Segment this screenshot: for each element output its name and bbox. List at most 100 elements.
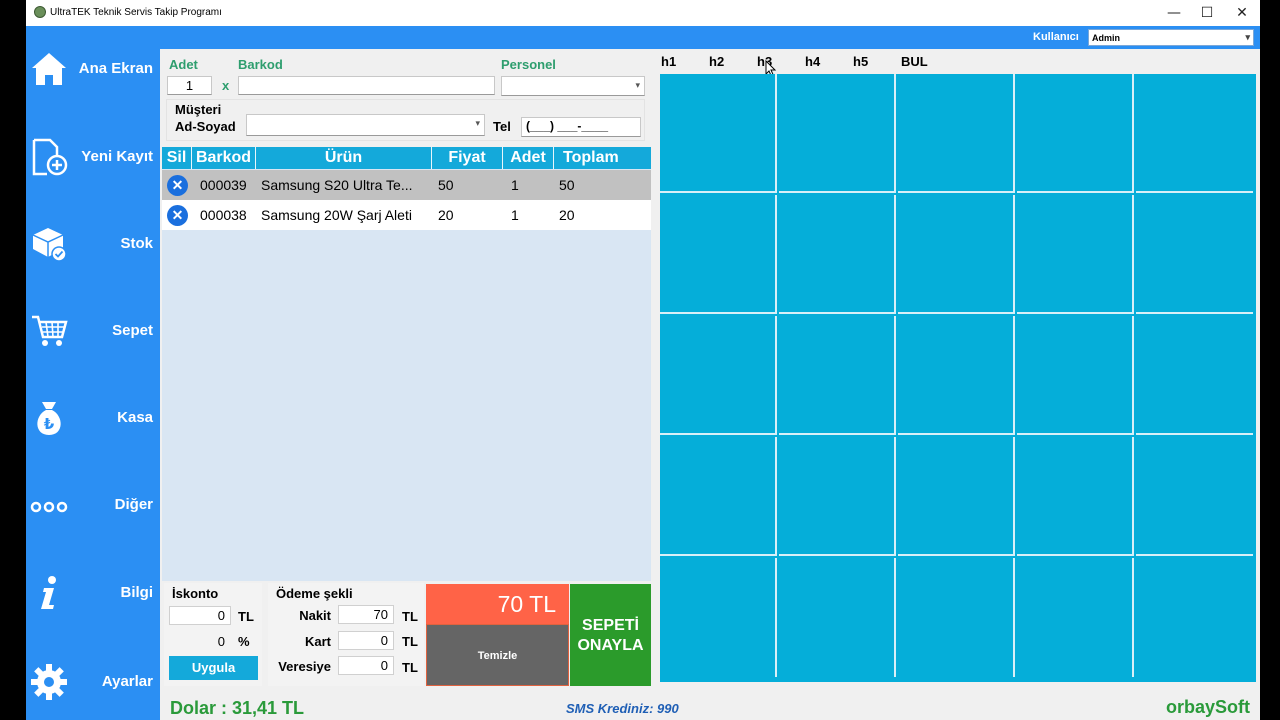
dolar-rate: Dolar : 31,41 TL bbox=[170, 698, 305, 718]
product-tile[interactable] bbox=[1017, 316, 1134, 435]
chevron-down-icon: ▾ bbox=[1245, 32, 1250, 42]
sidebar-item-yeni-kayit[interactable]: Yeni Kayıt bbox=[26, 126, 160, 196]
barkod-input[interactable] bbox=[238, 76, 495, 95]
tab-h4[interactable]: h4 bbox=[805, 54, 820, 69]
user-select-value: Admin bbox=[1092, 33, 1120, 43]
sidebar-item-kasa[interactable]: ₺ Kasa bbox=[26, 387, 160, 457]
column-header-sil: Sil bbox=[162, 147, 192, 169]
title-bar: UltraTEK Teknik Servis Takip Programı — … bbox=[26, 0, 1260, 26]
product-tile[interactable] bbox=[898, 195, 1015, 314]
sidebar: Ana Ekran Yeni Kayıt Stok Sepet ₺ Kasa D… bbox=[26, 26, 160, 720]
product-tile[interactable] bbox=[660, 437, 777, 556]
veresiye-unit: TL bbox=[402, 660, 418, 675]
product-tile[interactable] bbox=[1136, 195, 1253, 314]
product-tile[interactable] bbox=[779, 316, 896, 435]
sidebar-item-label: Ayarlar bbox=[101, 673, 153, 690]
column-header-toplam: Toplam bbox=[563, 149, 619, 166]
confirm-cart-button[interactable]: SEPETİ ONAYLA bbox=[570, 584, 651, 686]
window-title: UltraTEK Teknik Servis Takip Programı bbox=[50, 7, 222, 18]
discount-tl-input[interactable]: 0 bbox=[169, 606, 231, 625]
sidebar-item-label: Diğer bbox=[114, 496, 153, 513]
tab-bul[interactable]: BUL bbox=[901, 54, 928, 69]
sidebar-item-ayarlar[interactable]: Ayarlar bbox=[26, 651, 160, 720]
adet-input[interactable]: 1 bbox=[167, 76, 212, 95]
product-tile[interactable] bbox=[1017, 74, 1134, 193]
product-tile[interactable] bbox=[898, 316, 1015, 435]
user-select[interactable]: Admin ▾ bbox=[1088, 29, 1254, 46]
personel-select[interactable]: ▾ bbox=[501, 76, 645, 96]
sidebar-item-stok[interactable]: Stok bbox=[26, 213, 160, 283]
table-row[interactable]: ✕ 000038 Samsung 20W Şarj Aleti 20 1 20 bbox=[162, 200, 651, 230]
personel-label: Personel bbox=[501, 57, 556, 72]
product-tile[interactable] bbox=[898, 74, 1015, 193]
cell-urun: Samsung 20W Şarj Aleti bbox=[261, 207, 412, 223]
close-button[interactable]: ✕ bbox=[1225, 0, 1259, 26]
adsoyad-select[interactable]: ▾ bbox=[246, 114, 485, 136]
nakit-input[interactable]: 70 bbox=[338, 605, 394, 624]
cell-fiyat: 50 bbox=[438, 177, 454, 193]
sidebar-item-ana-ekran[interactable]: Ana Ekran bbox=[26, 38, 160, 108]
table-row[interactable]: ✕ 000039 Samsung S20 Ultra Te... 50 1 50 bbox=[162, 170, 651, 200]
clear-button[interactable]: Temizle bbox=[426, 624, 569, 686]
kart-input[interactable]: 0 bbox=[338, 631, 394, 650]
sidebar-item-label: Sepet bbox=[112, 322, 153, 339]
musteri-label: Müşteri bbox=[175, 102, 222, 117]
delete-row-icon[interactable]: ✕ bbox=[167, 175, 188, 196]
product-tile[interactable] bbox=[779, 558, 896, 677]
sms-credit: SMS Krediniz: 990 bbox=[566, 701, 679, 716]
veresiye-input[interactable]: 0 bbox=[338, 656, 394, 675]
product-tile[interactable] bbox=[779, 437, 896, 556]
more-dots-icon bbox=[30, 501, 68, 513]
payment-panel: Ödeme şekli Nakit 70 TL Kart 0 TL Veresi… bbox=[268, 583, 424, 686]
product-tiles-grid bbox=[660, 74, 1256, 682]
barkod-label: Barkod bbox=[238, 57, 283, 72]
app-logo-icon bbox=[34, 6, 46, 18]
product-tile[interactable] bbox=[660, 558, 777, 677]
delete-row-icon[interactable]: ✕ bbox=[167, 205, 188, 226]
user-label: Kullanıcı bbox=[1033, 31, 1079, 43]
tel-input[interactable]: (___) ___-____ bbox=[521, 117, 641, 137]
sidebar-item-label: Bilgi bbox=[120, 584, 154, 601]
product-tile[interactable] bbox=[779, 195, 896, 314]
money-bag-icon: ₺ bbox=[37, 402, 61, 435]
sidebar-item-diger[interactable]: Diğer bbox=[26, 474, 160, 544]
product-tile[interactable] bbox=[1136, 316, 1253, 435]
adsoyad-label: Ad-Soyad bbox=[175, 119, 236, 134]
sidebar-item-sepet[interactable]: Sepet bbox=[26, 300, 160, 370]
discount-panel: İskonto 0 TL 0 % Uygula bbox=[164, 583, 262, 686]
stock-box-icon bbox=[32, 228, 67, 262]
tab-h1[interactable]: h1 bbox=[661, 54, 676, 69]
kart-unit: TL bbox=[402, 634, 418, 649]
product-tile[interactable] bbox=[1136, 558, 1253, 677]
sidebar-item-bilgi[interactable]: Bilgi bbox=[26, 562, 160, 632]
product-tile[interactable] bbox=[898, 558, 1015, 677]
app-window: UltraTEK Teknik Servis Takip Programı — … bbox=[26, 0, 1260, 720]
product-tile[interactable] bbox=[660, 316, 777, 435]
product-tile[interactable] bbox=[1017, 437, 1134, 556]
info-icon bbox=[41, 576, 56, 609]
tab-h2[interactable]: h2 bbox=[709, 54, 724, 69]
gear-icon bbox=[31, 664, 67, 700]
product-tile[interactable] bbox=[660, 74, 777, 193]
product-tile[interactable] bbox=[779, 74, 896, 193]
product-tile[interactable] bbox=[898, 437, 1015, 556]
sidebar-item-label: Kasa bbox=[117, 409, 153, 426]
product-tile[interactable] bbox=[1136, 437, 1253, 556]
product-tile[interactable] bbox=[1017, 195, 1134, 314]
tab-h5[interactable]: h5 bbox=[853, 54, 868, 69]
sidebar-item-label: Stok bbox=[120, 235, 153, 252]
product-tile[interactable] bbox=[1017, 558, 1134, 677]
discount-percent-input[interactable]: 0 bbox=[169, 632, 231, 651]
cell-barkod: 000038 bbox=[200, 207, 247, 223]
column-header-fiyat: Fiyat bbox=[432, 147, 503, 169]
product-tile[interactable] bbox=[1136, 74, 1253, 193]
iskonto-label: İskonto bbox=[172, 586, 219, 601]
minimize-button[interactable]: — bbox=[1157, 0, 1191, 26]
apply-discount-button[interactable]: Uygula bbox=[169, 656, 258, 680]
maximize-button[interactable]: ☐ bbox=[1190, 0, 1224, 26]
product-tile[interactable] bbox=[660, 195, 777, 314]
column-header-barkod: Barkod bbox=[192, 147, 256, 169]
cell-urun: Samsung S20 Ultra Te... bbox=[261, 177, 413, 193]
veresiye-label: Veresiye bbox=[278, 659, 331, 674]
column-header-adet: Adet bbox=[503, 147, 554, 169]
